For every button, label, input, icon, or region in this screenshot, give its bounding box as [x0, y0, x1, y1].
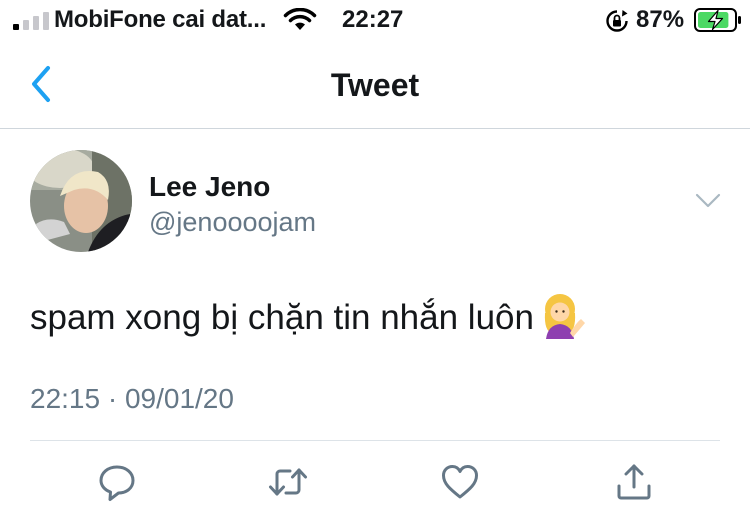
page-title: Tweet	[330, 67, 420, 103]
retweet-icon	[269, 468, 307, 496]
tweet-text-content: spam xong bị chặn tin nhắn luôn	[30, 298, 534, 337]
signal-strength-icon	[13, 12, 49, 30]
status-time: 22:27	[342, 6, 404, 33]
wifi-icon	[283, 8, 317, 30]
tweet-timestamp[interactable]: 22:15 · 09/01/20	[30, 383, 234, 415]
like-icon	[442, 465, 478, 499]
share-button[interactable]	[614, 462, 654, 502]
avatar-photo	[30, 150, 132, 252]
avatar[interactable]	[30, 150, 132, 252]
person-tipping-hand-emoji	[544, 294, 585, 339]
status-bar: MobiFone cai dat... 22:27 87%	[0, 0, 750, 40]
tweet-text: spam xong bị chặn tin nhắn luôn	[30, 293, 586, 340]
reply-button[interactable]	[97, 462, 137, 502]
battery-charging-icon	[694, 8, 741, 32]
reply-icon	[99, 465, 135, 501]
battery-percentage: 87%	[636, 6, 685, 33]
share-icon	[617, 464, 651, 500]
retweet-button[interactable]	[268, 462, 308, 502]
like-button[interactable]	[440, 462, 480, 502]
author-handle[interactable]: @jenoooojam	[149, 207, 316, 238]
chevron-down-icon[interactable]	[694, 190, 722, 212]
carrier-name: MobiFone cai dat...	[54, 6, 267, 33]
divider	[30, 440, 720, 441]
rotation-lock-icon	[606, 10, 628, 32]
nav-bar: Tweet	[0, 40, 750, 129]
author-name[interactable]: Lee Jeno	[149, 171, 270, 203]
